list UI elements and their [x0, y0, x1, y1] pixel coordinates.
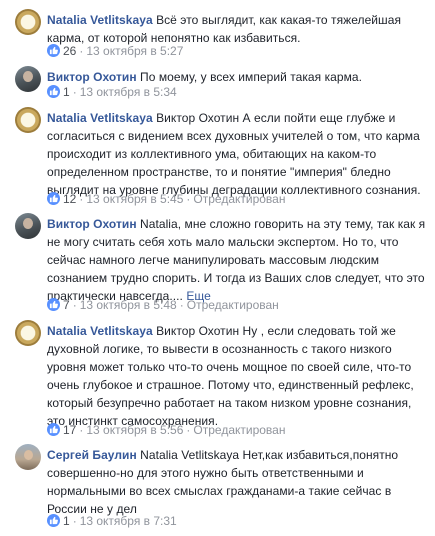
comment-timestamp[interactable]: 13 октября в 5:45 — [86, 192, 183, 206]
edited-label[interactable]: Отредактирован — [193, 423, 285, 437]
comment-meta: 1 · 13 октября в 7:31 — [47, 513, 177, 529]
avatar[interactable] — [15, 107, 41, 133]
comment-timestamp[interactable]: 13 октября в 5:48 — [80, 298, 177, 312]
comment-thread: Natalia Vetlitskaya Всё это выглядит, ка… — [0, 0, 435, 536]
comment-body: Natalia Vetlitskaya Виктор Охотин Ну , е… — [47, 322, 427, 430]
comment-meta: 26 · 13 октября в 5:27 — [47, 43, 183, 59]
like-thumb-icon[interactable] — [47, 44, 60, 57]
separator-dot: · — [72, 514, 77, 528]
separator-dot: · — [186, 423, 191, 437]
avatar[interactable] — [15, 9, 41, 35]
comment-body: Сергей Баулин Natalia Vetlitskaya Нет,ка… — [47, 446, 427, 518]
edited-label[interactable]: Отредактирован — [193, 192, 285, 206]
separator-dot: · — [79, 192, 84, 206]
comment-body: Natalia Vetlitskaya Виктор Охотин А если… — [47, 109, 427, 199]
comment-author[interactable]: Виктор Охотин — [47, 70, 137, 84]
comment-timestamp[interactable]: 13 октября в 7:31 — [80, 514, 177, 528]
separator-dot: · — [179, 298, 184, 312]
like-count[interactable]: 17 — [63, 423, 76, 437]
comment-author[interactable]: Виктор Охотин — [47, 217, 137, 231]
comment-author[interactable]: Natalia Vetlitskaya — [47, 324, 153, 338]
like-thumb-icon[interactable] — [47, 298, 60, 311]
separator-dot: · — [79, 423, 84, 437]
like-count[interactable]: 12 — [63, 192, 76, 206]
like-count[interactable]: 1 — [63, 514, 70, 528]
like-count[interactable]: 1 — [63, 85, 70, 99]
like-count[interactable]: 26 — [63, 44, 76, 58]
like-thumb-icon[interactable] — [47, 423, 60, 436]
comment-text: Виктор Охотин Ну , если следовать той же… — [47, 324, 414, 428]
comment-meta: 1 · 13 октября в 5:34 — [47, 84, 177, 100]
like-thumb-icon[interactable] — [47, 514, 60, 527]
avatar[interactable] — [15, 66, 41, 92]
like-thumb-icon[interactable] — [47, 192, 60, 205]
avatar[interactable] — [15, 444, 41, 470]
comment-body: Виктор Охотин Natalia, мне сложно говори… — [47, 215, 427, 305]
avatar[interactable] — [15, 213, 41, 239]
comment-author[interactable]: Natalia Vetlitskaya — [47, 111, 153, 125]
comment-text: По моему, у всех империй такая карма. — [140, 70, 363, 84]
comment-timestamp[interactable]: 13 октября в 5:34 — [80, 85, 177, 99]
avatar[interactable] — [15, 320, 41, 346]
comment-body: Natalia Vetlitskaya Всё это выглядит, ка… — [47, 11, 427, 47]
comment-author[interactable]: Сергей Баулин — [47, 448, 137, 462]
separator-dot: · — [72, 298, 77, 312]
separator-dot: · — [186, 192, 191, 206]
comment-meta: 17 · 13 октября в 5:56 · Отредактирован — [47, 422, 285, 438]
comment-meta: 12 · 13 октября в 5:45 · Отредактирован — [47, 191, 285, 207]
separator-dot: · — [72, 85, 77, 99]
comment-timestamp[interactable]: 13 октября в 5:27 — [86, 44, 183, 58]
edited-label[interactable]: Отредактирован — [187, 298, 279, 312]
like-thumb-icon[interactable] — [47, 85, 60, 98]
comment-meta: 7 · 13 октября в 5:48 · Отредактирован — [47, 297, 279, 313]
comment-author[interactable]: Natalia Vetlitskaya — [47, 13, 153, 27]
like-count[interactable]: 7 — [63, 298, 70, 312]
separator-dot: · — [79, 44, 84, 58]
comment-timestamp[interactable]: 13 октября в 5:56 — [86, 423, 183, 437]
